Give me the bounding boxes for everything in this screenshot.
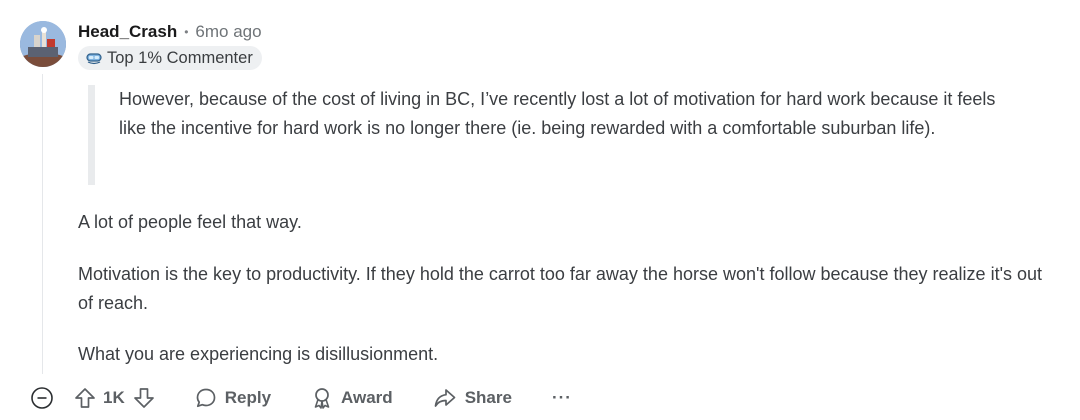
comment-paragraph: Motivation is the key to productivity. I… bbox=[78, 264, 1043, 313]
comment-paragraph: What you are experiencing is disillusion… bbox=[78, 344, 439, 364]
speech-bubble-icon bbox=[195, 387, 217, 409]
share-button[interactable]: Share bbox=[433, 387, 512, 409]
avatar[interactable] bbox=[20, 21, 66, 67]
comment-action-bar: 1K Reply Award Share ··· bbox=[30, 384, 572, 412]
timestamp[interactable]: 6mo ago bbox=[195, 22, 261, 42]
comment-paragraph: A lot of people feel that way. bbox=[78, 212, 302, 232]
award-button[interactable]: Award bbox=[311, 387, 393, 409]
user-flair: Top 1% Commenter bbox=[78, 46, 262, 70]
separator: • bbox=[184, 25, 189, 39]
reply-button[interactable]: Reply bbox=[195, 387, 271, 409]
reply-label: Reply bbox=[224, 388, 272, 407]
minus-circle-icon[interactable] bbox=[30, 386, 54, 410]
downvote-button[interactable] bbox=[133, 387, 155, 409]
award-ribbon-icon bbox=[311, 387, 333, 409]
more-options-button[interactable]: ··· bbox=[552, 388, 572, 408]
share-label: Share bbox=[464, 388, 512, 407]
more-options-label: ··· bbox=[551, 388, 572, 407]
quote-text: However, because of the cost of living i… bbox=[119, 89, 996, 138]
upvote-button[interactable] bbox=[74, 387, 96, 409]
comment-header: Head_Crash • 6mo ago bbox=[78, 21, 262, 43]
arrow-down-icon bbox=[133, 387, 155, 409]
share-arrow-icon bbox=[433, 387, 457, 409]
blockquote: However, because of the cost of living i… bbox=[88, 85, 1019, 185]
username[interactable]: Head_Crash bbox=[78, 22, 177, 42]
vote-count: 1K bbox=[103, 388, 125, 407]
snorkel-mask-icon bbox=[86, 51, 102, 65]
flair-text: Top 1% Commenter bbox=[107, 48, 253, 67]
arrow-up-icon bbox=[74, 387, 96, 409]
thread-line[interactable] bbox=[42, 74, 43, 374]
award-label: Award bbox=[341, 388, 393, 407]
